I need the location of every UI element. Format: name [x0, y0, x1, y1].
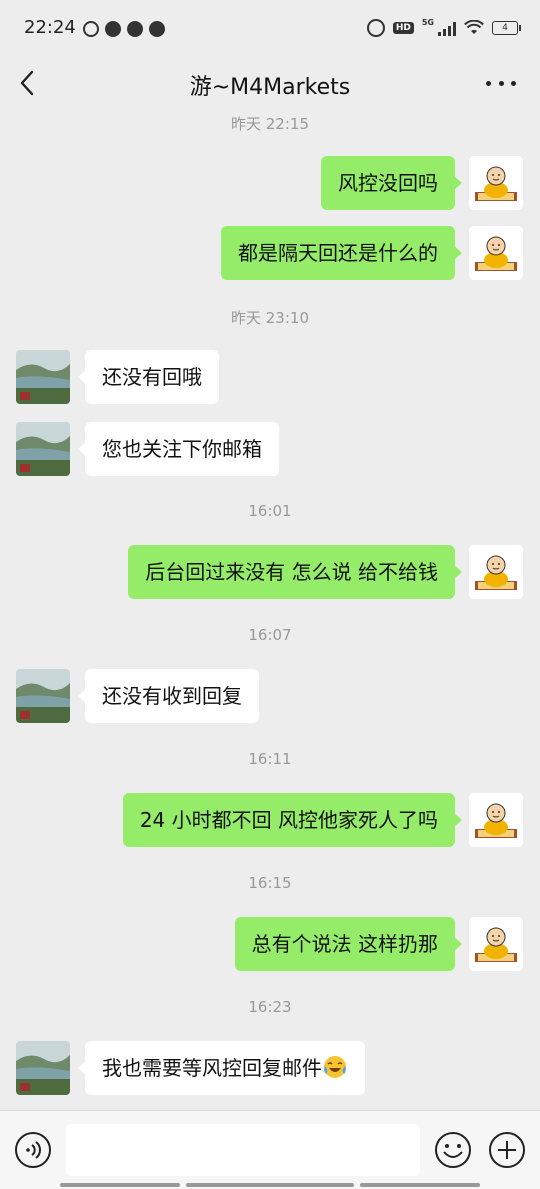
monk-avatar-icon — [469, 917, 523, 971]
message-input[interactable] — [66, 1124, 420, 1176]
timestamp: 16:01 — [248, 502, 292, 520]
crying-laughing-face-icon — [324, 1056, 346, 1078]
network-type: 5G — [421, 17, 434, 27]
landscape-avatar-icon — [16, 1041, 70, 1095]
landscape-avatar-icon — [16, 422, 70, 476]
input-bar — [0, 1110, 540, 1189]
timestamp: 16:15 — [248, 874, 292, 892]
timestamp: 昨天 23:10 — [231, 309, 309, 327]
timestamp: 昨天 22:15 — [231, 115, 309, 133]
wifi-icon — [464, 20, 484, 34]
message-bubble-sent[interactable]: 24 小时都不回 风控他家死人了吗 — [122, 793, 463, 847]
timestamp: 16:11 — [248, 750, 292, 768]
contact-avatar[interactable] — [16, 422, 70, 476]
monk-avatar-icon — [469, 226, 523, 280]
message-bubble-sent[interactable]: 总有个说法 这样扔那 — [234, 917, 463, 971]
gesture-bar — [360, 1183, 480, 1187]
alarm-icon — [366, 19, 385, 37]
plus-button-icon[interactable] — [488, 1131, 526, 1169]
more-dot-icon — [511, 80, 516, 86]
my-avatar[interactable] — [469, 156, 523, 210]
notification-icons — [83, 21, 165, 37]
landscape-avatar-icon — [16, 669, 70, 723]
message-list[interactable]: 昨天 22:15 风控没回吗 都是隔天回还是什么的 昨天 23:10 还没有回哦… — [0, 110, 540, 1110]
app-notification-icon — [83, 21, 99, 37]
monk-avatar-icon — [469, 156, 523, 210]
timestamp: 16:07 — [248, 626, 292, 644]
voice-input-icon[interactable] — [14, 1131, 52, 1169]
message-bubble-received[interactable]: 还没有回哦 — [78, 350, 219, 404]
status-bar: 22:24 HD 5G 4 — [0, 0, 540, 56]
status-time: 22:24 — [24, 17, 76, 38]
more-dot-icon — [498, 80, 504, 86]
my-avatar[interactable] — [469, 793, 523, 847]
message-bubble-sent[interactable]: 风控没回吗 — [321, 156, 462, 210]
signal-icon — [438, 20, 456, 36]
contact-avatar[interactable] — [16, 669, 70, 723]
message-bubble-received[interactable]: 您也关注下你邮箱 — [78, 422, 279, 476]
monk-avatar-icon — [469, 545, 523, 599]
chat-notification-icon — [127, 21, 143, 37]
my-avatar[interactable] — [469, 226, 523, 280]
system-indicators: HD 5G 4 — [366, 17, 521, 37]
gesture-bar — [186, 1183, 354, 1187]
message-bubble-received[interactable]: 还没有收到回复 — [78, 669, 259, 723]
compass-icon — [105, 21, 121, 37]
message-bubble-sent[interactable]: 后台回过来没有 怎么说 给不给钱 — [128, 545, 462, 599]
my-avatar[interactable] — [469, 545, 523, 599]
battery-icon: 4 — [492, 21, 521, 35]
location-icon — [149, 21, 165, 37]
my-avatar[interactable] — [469, 917, 523, 971]
contact-avatar[interactable] — [16, 1041, 70, 1095]
landscape-avatar-icon — [16, 350, 70, 404]
more-dot-icon — [486, 80, 491, 86]
hd-icon: HD — [392, 22, 414, 34]
gesture-bar — [60, 1183, 180, 1187]
contact-avatar[interactable] — [16, 350, 70, 404]
timestamp: 16:23 — [248, 998, 292, 1016]
message-bubble-sent[interactable]: 都是隔天回还是什么的 — [221, 226, 462, 280]
message-text: 我也需要等风控回复邮件 — [102, 1056, 322, 1080]
page-title: 游~M4Markets — [189, 75, 351, 100]
monk-avatar-icon — [469, 793, 523, 847]
emoji-button-icon[interactable] — [434, 1131, 472, 1169]
chat-header: 游~M4Markets — [0, 56, 540, 110]
more-options-button[interactable] — [486, 69, 516, 97]
message-bubble-received[interactable]: 我也需要等风控回复邮件 — [78, 1041, 365, 1095]
